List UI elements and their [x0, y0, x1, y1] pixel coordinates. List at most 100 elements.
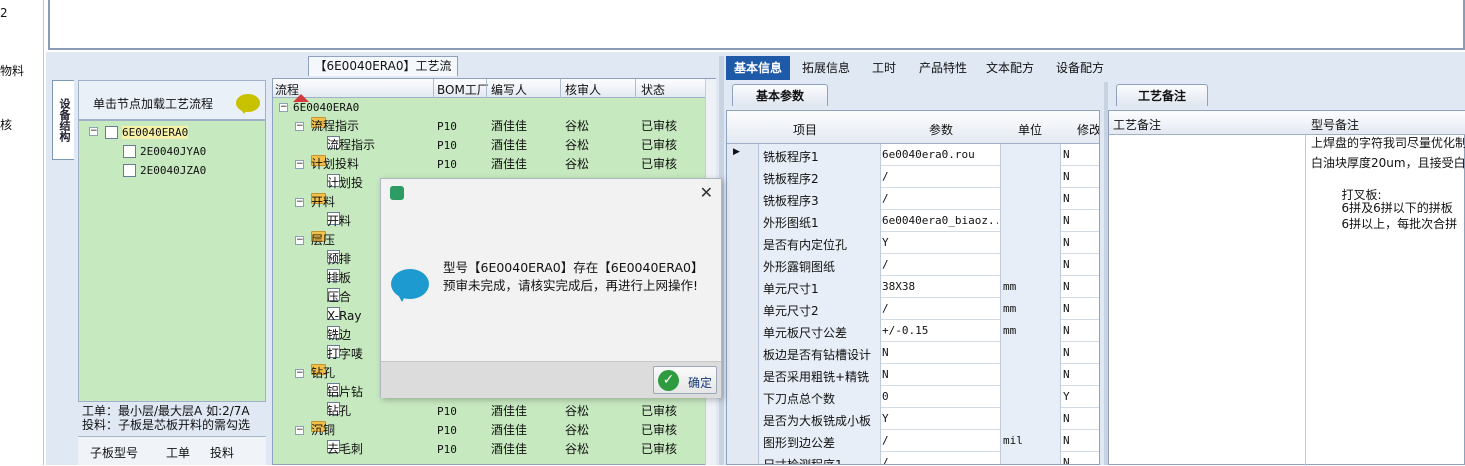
param-row[interactable]: 外形图纸1 6e0040era0_biaoz... N [727, 210, 1099, 232]
row-header[interactable]: ▶ [727, 144, 759, 166]
left-info-text: 工单：最小层/最大层A 如:2/7A 投料：子板是芯板开料的需勾选 [78, 402, 266, 436]
param-unit-cell[interactable] [1000, 210, 1060, 232]
tab-work-hours[interactable]: 工时 [864, 56, 904, 80]
params-grid-header: 项目 参数 单位 修改 [727, 111, 1099, 144]
column-header[interactable]: 修改 [1077, 121, 1099, 138]
param-row[interactable]: 是否采用粗铣+精铣 N N [727, 364, 1099, 386]
row-header[interactable] [727, 452, 759, 464]
right-tab-bar: 基本信息 拓展信息 工时 产品特性 文本配方 设备配方 [724, 56, 1465, 82]
column-header[interactable]: 工单 [166, 444, 190, 461]
param-unit-cell[interactable] [1000, 386, 1060, 408]
param-unit-cell[interactable] [1000, 188, 1060, 210]
param-row[interactable]: 铣板程序2/N [727, 166, 1099, 188]
flow-row[interactable]: − 流程指示 P10 酒佳佳 谷松 已审核 [273, 117, 705, 136]
param-row[interactable]: 单元板尺寸公差 +/-0.15 mm N [727, 320, 1099, 342]
dialog-footer: ✓ 确定 [381, 361, 721, 398]
tree-node-child[interactable]: 2E0040JYA0 [123, 143, 206, 159]
remark-line: 6拼以上，每批次合拼 [1311, 217, 1458, 231]
row-header[interactable] [727, 430, 759, 452]
flow-row[interactable]: 钻孔 P10 酒佳佳 谷松 已审核 [273, 402, 705, 421]
param-unit-cell[interactable] [1000, 166, 1060, 188]
document-icon [105, 126, 118, 139]
sub-tab-bar: 基本参数 [724, 82, 1104, 108]
param-row[interactable]: 图形到边公差 / mil N [727, 430, 1099, 452]
dialog-message: 型号【6E0040ERA0】存在【6E0040ERA0】预审未完成，请核实完成后… [443, 260, 704, 293]
tab-extended-info[interactable]: 拓展信息 [796, 56, 856, 80]
tab-basic-info[interactable]: 基本信息 [726, 56, 790, 80]
row-header[interactable] [727, 408, 759, 430]
param-row[interactable]: 板边是否有钻槽设计 N N [727, 342, 1099, 364]
row-header[interactable] [727, 386, 759, 408]
warning-dialog: ✕ 型号【6E0040ERA0】存在【6E0040ERA0】预审未完成，请核实完… [380, 178, 722, 398]
row-header[interactable] [727, 276, 759, 298]
param-row[interactable]: 单元尺寸2/mm N [727, 298, 1099, 320]
param-unit-cell[interactable] [1000, 342, 1060, 364]
column-header[interactable]: 单位 [1018, 121, 1042, 138]
column-header[interactable]: 项目 [793, 121, 817, 138]
tab-process-remarks[interactable]: 工艺备注 [1116, 84, 1208, 106]
flow-row[interactable]: 流程指示 P10 酒佳佳 谷松 已审核 [273, 136, 705, 155]
row-header[interactable] [727, 188, 759, 210]
column-header[interactable]: 投料 [210, 444, 234, 461]
vertical-tab-equipment-structure[interactable]: 设备结构 [52, 80, 74, 160]
row-header[interactable] [727, 320, 759, 342]
top-content-box [48, 0, 1465, 50]
tab-equipment-recipe[interactable]: 设备配方 [1050, 56, 1110, 80]
document-icon [123, 145, 136, 158]
row-header[interactable] [727, 254, 759, 276]
process-panel-title: 【6E0040ERA0】工艺流程 [308, 56, 458, 92]
column-header[interactable]: 子板型号 [90, 444, 138, 461]
param-unit-cell[interactable] [1000, 364, 1060, 386]
remarks-tab-bar: 工艺备注 [1108, 82, 1465, 108]
flow-row[interactable]: 去毛刺 P10 酒佳佳 谷松 已审核 [273, 440, 705, 459]
flow-root-row[interactable]: −6E0040ERA0 [273, 94, 705, 117]
row-header[interactable] [727, 298, 759, 320]
tree-node-child[interactable]: 2E0040JZA0 [123, 162, 206, 178]
column-header[interactable]: 型号备注 [1311, 116, 1359, 133]
model-remarks-text[interactable]: 上焊盘的字符我司尽量优化制 白油块厚度20um，且接受白油 打叉板: 6拼及6拼以… [1311, 135, 1465, 466]
flow-row[interactable]: − 计划投料 P10 酒佳佳 谷松 已审核 [273, 155, 705, 174]
row-header[interactable] [727, 166, 759, 188]
left-panel-header: 单击节点加载工艺流程 [78, 80, 266, 120]
left-nav-item[interactable]: 核 [0, 116, 12, 133]
left-nav-strip: 2 物料 核 [0, 0, 44, 465]
param-row[interactable]: 是否为大板铣成小板 Y N [727, 408, 1099, 430]
param-unit-cell[interactable] [1000, 254, 1060, 276]
column-header[interactable]: 工艺备注 [1113, 116, 1161, 133]
param-unit-cell[interactable] [1000, 452, 1060, 464]
tab-product-features[interactable]: 产品特性 [910, 56, 976, 80]
app-icon [390, 186, 404, 200]
param-row[interactable]: 外形露铜图纸 / N [727, 254, 1099, 276]
check-icon: ✓ [658, 370, 679, 391]
ok-button[interactable]: ✓ 确定 [653, 366, 717, 394]
subboard-grid-header: 子板型号 工单 投料 [78, 436, 266, 465]
remark-line [1311, 171, 1465, 187]
param-row[interactable]: 下刀点总个数 0 Y [727, 386, 1099, 408]
column-header[interactable]: BOM工厂 [437, 81, 489, 98]
document-icon [123, 164, 136, 177]
param-row[interactable]: 尺寸检测程序1/N [727, 452, 1099, 464]
param-row[interactable]: 是否有内定位孔 Y N [727, 232, 1099, 254]
left-nav-item[interactable]: 2 [0, 6, 8, 20]
column-header[interactable]: 状态 [641, 81, 665, 98]
tab-text-recipe[interactable]: 文本配方 [980, 56, 1040, 80]
row-header[interactable] [727, 342, 759, 364]
left-nav-item[interactable]: 物料 [0, 62, 24, 79]
column-header[interactable]: 编写人 [491, 81, 527, 98]
tab-basic-params[interactable]: 基本参数 [732, 84, 828, 106]
comment-bubble-icon[interactable] [236, 94, 260, 114]
param-unit-cell[interactable] [1000, 144, 1060, 166]
param-unit-cell[interactable] [1000, 408, 1060, 430]
param-row[interactable]: 铣板程序3/N [727, 188, 1099, 210]
model-tree: − 6E0040ERA0 2E0040JYA0 2E0040JZA0 [78, 120, 266, 402]
row-header[interactable] [727, 364, 759, 386]
row-header[interactable] [727, 232, 759, 254]
close-icon[interactable]: ✕ [700, 183, 713, 202]
param-row[interactable]: ▶ 铣板程序1 6e0040era0.rou N [727, 144, 1099, 166]
param-unit-cell[interactable] [1000, 232, 1060, 254]
param-row[interactable]: 单元尺寸1 38X38 mm N [727, 276, 1099, 298]
row-header[interactable] [727, 210, 759, 232]
column-header[interactable]: 参数 [929, 121, 953, 138]
flow-row[interactable]: − 沉铜 P10 酒佳佳 谷松 已审核 [273, 421, 705, 440]
column-header[interactable]: 核审人 [565, 81, 601, 98]
